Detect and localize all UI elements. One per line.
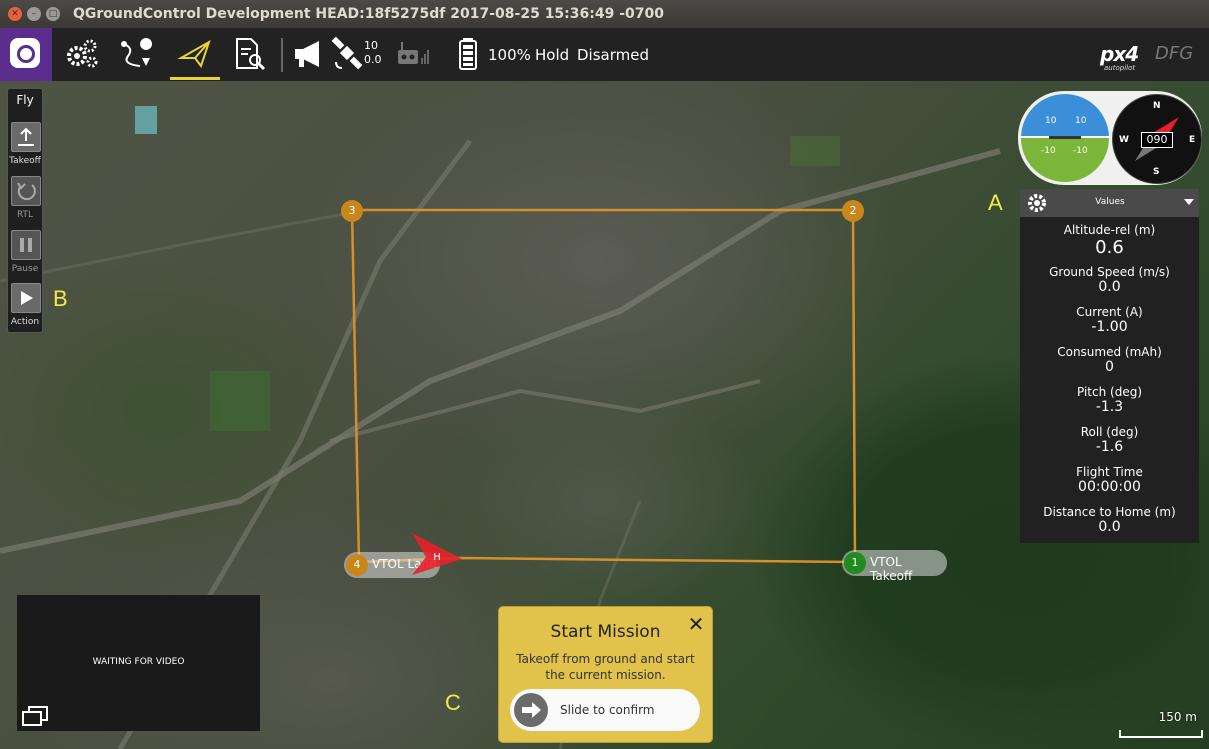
values-panel: Values Altitude-rel (m) 0.6 Ground Speed … xyxy=(1020,189,1199,543)
close-icon[interactable]: ✕ xyxy=(685,613,707,635)
start-mission-title: Start Mission xyxy=(550,622,661,642)
values-settings-gear-icon[interactable] xyxy=(1026,192,1048,214)
fly-paper-plane-icon[interactable] xyxy=(177,36,213,72)
fly-toolstrip: Fly Takeoff RTL Pause Action xyxy=(7,88,43,333)
settings-gears-icon[interactable] xyxy=(64,36,100,72)
start-mission-description: Takeoff from ground and start the curren… xyxy=(516,652,695,682)
value-current: -1.00 xyxy=(1091,319,1128,335)
annotation-b: B xyxy=(53,286,68,311)
value-label: Ground Speed (m/s) xyxy=(1049,265,1170,279)
battery-icon[interactable] xyxy=(456,36,480,72)
values-header[interactable]: Values xyxy=(1020,189,1199,217)
messages-megaphone-icon[interactable] xyxy=(291,36,327,72)
gps-status: 10 0.0 xyxy=(364,39,382,67)
main-toolbar: 10 0.0 100% Hold Disarmed px4 autopilot … xyxy=(0,28,1209,81)
pitch-mark-down-right: -10 xyxy=(1073,146,1088,156)
action-label: Action xyxy=(10,317,40,327)
takeoff-button[interactable] xyxy=(11,122,41,152)
value-altitude: 0.6 xyxy=(1095,237,1124,258)
compass-heading: 090 xyxy=(1141,132,1173,148)
window-minimize-button[interactable]: – xyxy=(27,7,41,21)
compass-e: E xyxy=(1189,135,1196,145)
values-dropdown-icon[interactable] xyxy=(1184,199,1194,205)
waypoint-3[interactable]: 3 xyxy=(341,200,363,222)
pause-icon xyxy=(20,238,32,252)
start-mission-dialog: Start Mission ✕ Takeoff from ground and … xyxy=(498,606,713,743)
fly-toolstrip-title: Fly xyxy=(16,93,34,107)
annotation-c: C xyxy=(445,690,461,715)
value-flight-time: 00:00:00 xyxy=(1078,479,1141,495)
annotation-a: A xyxy=(988,190,1003,215)
home-marker[interactable]: H xyxy=(430,551,444,565)
gps-hdop: 0.0 xyxy=(364,53,382,66)
map-scale: 150 m xyxy=(1119,708,1203,738)
pitch-mark-down-left: -10 xyxy=(1041,146,1056,156)
map-scale-bar xyxy=(1119,730,1203,738)
px4-logo-subtitle: autopilot xyxy=(1104,64,1136,72)
value-label: Roll (deg) xyxy=(1080,425,1139,439)
plan-route-icon[interactable] xyxy=(118,36,154,72)
value-label: Distance to Home (m) xyxy=(1043,505,1176,519)
values-title: Values xyxy=(1095,197,1125,207)
slide-to-confirm[interactable]: Slide to confirm xyxy=(510,689,700,731)
value-roll: -1.6 xyxy=(1095,439,1124,455)
waypoint-1-label: VTOL Takeoff xyxy=(870,555,913,583)
attitude-indicator: 10 10 -10 -10 xyxy=(1021,94,1109,182)
waypoint-4[interactable]: 4 xyxy=(346,554,368,576)
video-status: WAITING FOR VIDEO xyxy=(92,657,185,667)
rtl-icon xyxy=(17,182,36,201)
rtl-label: RTL xyxy=(16,210,34,220)
slider-knob[interactable] xyxy=(514,693,548,727)
rc-transmitter-icon[interactable] xyxy=(394,36,430,72)
arrow-right-icon xyxy=(522,702,541,718)
active-view-indicator xyxy=(170,77,220,80)
value-pitch: -1.3 xyxy=(1095,399,1124,415)
aircraft-symbol-icon xyxy=(1049,136,1081,139)
flight-mode-selector[interactable]: Hold xyxy=(535,46,569,64)
pitch-mark-up-left: 10 xyxy=(1045,116,1057,126)
window-close-button[interactable]: ✕ xyxy=(8,7,22,21)
takeoff-label: Takeoff xyxy=(9,156,41,166)
waypoint-1-pill[interactable]: 1 VTOL Takeoff xyxy=(842,550,947,583)
qgc-logo-icon[interactable] xyxy=(0,28,52,81)
value-label: Pitch (deg) xyxy=(1076,385,1142,399)
window-maximize-button[interactable]: □ xyxy=(46,7,60,21)
pause-label: Pause xyxy=(11,264,39,274)
value-ground-speed: 0.0 xyxy=(1098,279,1121,295)
slide-to-confirm-label: Slide to confirm xyxy=(560,703,655,717)
waypoint-1[interactable]: 1 xyxy=(844,552,866,574)
video-panel[interactable]: WAITING FOR VIDEO xyxy=(17,595,260,731)
gps-satellite-count: 10 xyxy=(364,39,378,52)
rtl-button[interactable] xyxy=(11,176,41,206)
pitch-mark-up-right: 10 xyxy=(1075,116,1087,126)
value-label: Consumed (mAh) xyxy=(1057,345,1162,359)
value-consumed: 0 xyxy=(1105,359,1114,375)
value-label: Altitude-rel (m) xyxy=(1063,223,1156,237)
battery-percent[interactable]: 100% xyxy=(488,46,531,64)
analyze-log-icon[interactable] xyxy=(232,36,268,72)
brand-logo-right: DFG xyxy=(1155,43,1194,64)
window-titlebar: ✕ – □ QGroundControl Development HEAD:18… xyxy=(0,0,1209,28)
toolbar-divider xyxy=(281,38,283,72)
window-title: QGroundControl Development HEAD:18f5275d… xyxy=(73,6,664,22)
compass: N E S W 090 xyxy=(1112,94,1202,184)
action-button[interactable] xyxy=(11,283,41,313)
play-icon xyxy=(21,291,33,305)
instrument-panel[interactable]: 10 10 -10 -10 N E S W 090 xyxy=(1018,91,1202,185)
takeoff-icon xyxy=(18,127,34,146)
waypoint-2[interactable]: 2 xyxy=(842,200,864,222)
value-label: Flight Time xyxy=(1076,465,1143,479)
pause-button[interactable] xyxy=(11,230,41,260)
px4-logo: px4 xyxy=(1100,42,1139,66)
value-label: Current (A) xyxy=(1076,305,1143,319)
gps-satellite-icon[interactable] xyxy=(330,36,366,72)
armed-status[interactable]: Disarmed xyxy=(577,46,649,64)
value-distance-home: 0.0 xyxy=(1098,519,1121,535)
map-scale-text: 150 m xyxy=(1158,710,1197,724)
swap-view-icon[interactable] xyxy=(21,705,49,727)
